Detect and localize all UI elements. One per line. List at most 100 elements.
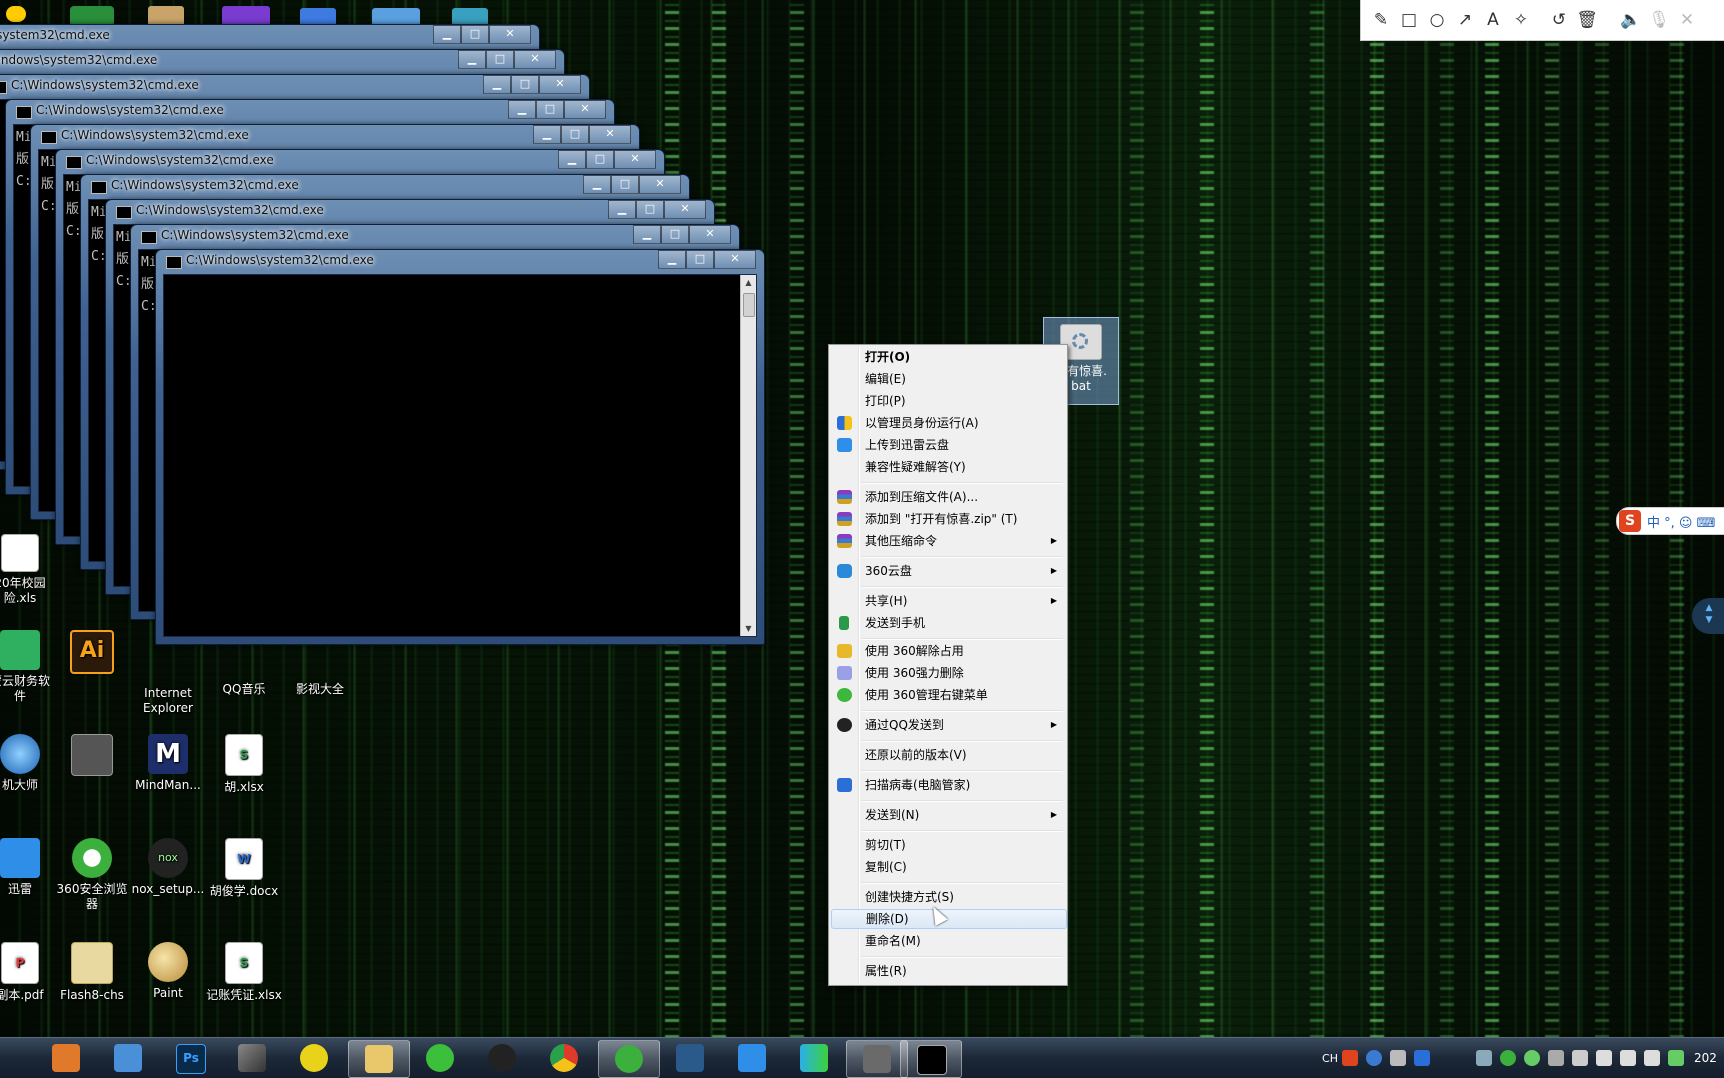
- close-button[interactable]: ✕: [539, 75, 581, 94]
- scroll-up-icon[interactable]: ▲: [741, 275, 756, 290]
- trash-icon[interactable]: 🗑: [1573, 6, 1601, 34]
- scroll-down-icon[interactable]: ▼: [741, 621, 756, 636]
- minimize-button[interactable]: ▁: [483, 75, 511, 94]
- close-button[interactable]: ✕: [614, 150, 656, 169]
- close-button[interactable]: ✕: [639, 175, 681, 194]
- taskbar-360browser[interactable]: [598, 1040, 660, 1078]
- close-button[interactable]: ✕: [564, 100, 606, 119]
- minimize-button[interactable]: ▁: [458, 50, 486, 69]
- scroll-thumb[interactable]: [743, 293, 755, 317]
- menu-item-edit[interactable]: 编辑(E): [831, 369, 1065, 389]
- desktop-icon-illustrator[interactable]: Ai: [54, 630, 130, 678]
- taskbar-photo[interactable]: [846, 1040, 908, 1078]
- minimize-button[interactable]: ▁: [533, 125, 561, 144]
- menu-item-open[interactable]: 打开(O): [831, 347, 1065, 367]
- maximize-button[interactable]: □: [586, 150, 614, 169]
- desktop-icon-docx[interactable]: W 胡俊学.docx: [206, 838, 282, 899]
- taskbar-control-panel[interactable]: [98, 1040, 158, 1076]
- signal-icon[interactable]: [1620, 1050, 1636, 1066]
- close-button[interactable]: ✕: [689, 225, 731, 244]
- taskbar-pen[interactable]: [222, 1040, 282, 1076]
- volume-icon[interactable]: [1644, 1050, 1660, 1066]
- desktop-icon-hu-xlsx[interactable]: S 胡.xlsx: [206, 734, 282, 795]
- desktop-icon-pdf[interactable]: P 副本.pdf: [0, 942, 58, 1003]
- menu-item-upload-xunlei[interactable]: 上传到迅雷云盘: [831, 435, 1065, 455]
- highlighter-icon[interactable]: ✧: [1507, 6, 1535, 34]
- desktop-icon-360browser[interactable]: 360安全浏览 器: [54, 838, 130, 912]
- maximize-button[interactable]: □: [511, 75, 539, 94]
- sogou-tray-icon[interactable]: [1342, 1050, 1358, 1066]
- menu-item-create-shortcut[interactable]: 创建快捷方式(S): [831, 887, 1065, 907]
- maximize-button[interactable]: □: [611, 175, 639, 194]
- close-button[interactable]: ✕: [664, 200, 706, 219]
- battery-icon[interactable]: [1668, 1050, 1684, 1066]
- maximize-button[interactable]: □: [661, 225, 689, 244]
- taskbar-wechat[interactable]: [410, 1040, 470, 1076]
- desktop-icon-video[interactable]: 影视大全: [282, 682, 358, 697]
- menu-item-send-phone[interactable]: 发送到手机: [831, 613, 1065, 633]
- desktop-icon-mindmanager[interactable]: M MindMan...: [130, 734, 206, 793]
- desktop-icon-app[interactable]: [54, 734, 130, 780]
- close-button[interactable]: ✕: [714, 250, 756, 269]
- menu-item-print[interactable]: 打印(P): [831, 391, 1065, 411]
- arrow-icon[interactable]: ↗: [1451, 6, 1479, 34]
- vertical-scrollbar[interactable]: ▲ ▼: [740, 275, 756, 636]
- taskbar-xunlei[interactable]: [722, 1040, 782, 1076]
- menu-item-add-zip[interactable]: 添加到 "打开有惊喜.zip" (T): [831, 509, 1065, 529]
- taskbar-qq[interactable]: [472, 1040, 532, 1076]
- menu-item-360-unlock[interactable]: 使用 360解除占用: [831, 641, 1065, 661]
- maximize-button[interactable]: □: [486, 50, 514, 69]
- taskbar-photoshop[interactable]: Ps: [160, 1040, 220, 1076]
- menu-item-delete[interactable]: 删除(D): [831, 909, 1067, 929]
- language-indicator[interactable]: CH: [1322, 1052, 1338, 1065]
- menu-item-share[interactable]: 共享(H) ▶: [831, 591, 1065, 611]
- minimize-button[interactable]: ▁: [583, 175, 611, 194]
- menu-item-run-as-admin[interactable]: 以管理员身份运行(A): [831, 413, 1065, 433]
- tray-icon[interactable]: [1390, 1050, 1406, 1066]
- minimize-button[interactable]: ▁: [433, 25, 461, 44]
- taskbar-media-player[interactable]: [36, 1040, 96, 1076]
- menu-item-send-to[interactable]: 发送到(N) ▶: [831, 805, 1065, 825]
- taskbar-explorer[interactable]: [348, 1040, 410, 1078]
- desktop-icon-phone-master[interactable]: 机大师: [0, 734, 58, 793]
- desktop-icon-xls[interactable]: 20年校园 险.xls: [0, 534, 58, 606]
- menu-item-restore-versions[interactable]: 还原以前的版本(V): [831, 745, 1065, 765]
- desktop-icon-voucher[interactable]: S 记账凭证.xlsx: [206, 942, 282, 1003]
- menu-item-compat[interactable]: 兼容性疑难解答(Y): [831, 457, 1065, 477]
- speaker-icon[interactable]: 🔈: [1617, 6, 1645, 34]
- taskbar-video[interactable]: [784, 1040, 844, 1076]
- tray-icon[interactable]: [1524, 1050, 1540, 1066]
- desktop-icon-nox[interactable]: nox nox_setup...: [130, 838, 206, 897]
- menu-item-360-delete[interactable]: 使用 360强力删除: [831, 663, 1065, 683]
- desktop-icon-finance[interactable]: 蒙云财务软 件: [0, 630, 58, 704]
- minimize-button[interactable]: ▁: [508, 100, 536, 119]
- desktop-icon-xunlei[interactable]: 迅雷: [0, 838, 58, 897]
- taskbar-installer[interactable]: [660, 1040, 720, 1076]
- ime-toolbar[interactable]: S 中 °, ☺ ⌨: [1616, 507, 1724, 535]
- help-icon[interactable]: [1366, 1050, 1382, 1066]
- 360-tray-icon[interactable]: [1500, 1050, 1516, 1066]
- menu-item-other-compress[interactable]: 其他压缩命令 ▶: [831, 531, 1065, 551]
- menu-item-add-archive[interactable]: 添加到压缩文件(A)...: [831, 487, 1065, 507]
- menu-item-copy[interactable]: 复制(C): [831, 857, 1065, 877]
- maximize-button[interactable]: □: [686, 250, 714, 269]
- network-icon[interactable]: [1548, 1050, 1564, 1066]
- taskbar-chrome[interactable]: [534, 1040, 594, 1076]
- cmd-console[interactable]: ▲ ▼: [163, 274, 757, 637]
- desktop-icon-paint[interactable]: Paint: [130, 942, 206, 1001]
- menu-item-qq-send[interactable]: 通过QQ发送到 ▶: [831, 715, 1065, 735]
- close-icon[interactable]: ✕: [1673, 6, 1701, 34]
- close-button[interactable]: ✕: [489, 25, 531, 44]
- rectangle-icon[interactable]: □: [1395, 6, 1423, 34]
- tray-icon[interactable]: [1476, 1050, 1492, 1066]
- printer-icon[interactable]: [1572, 1050, 1588, 1066]
- menu-item-properties[interactable]: 属性(R): [831, 961, 1065, 981]
- maximize-button[interactable]: □: [536, 100, 564, 119]
- menu-item-360-manage[interactable]: 使用 360管理右键菜单: [831, 685, 1065, 705]
- close-button[interactable]: ✕: [514, 50, 556, 69]
- taskbar-cmd[interactable]: [900, 1040, 962, 1078]
- pencil-icon[interactable]: ✎: [1367, 6, 1395, 34]
- menu-item-360-cloud[interactable]: 360云盘 ▶: [831, 561, 1065, 581]
- menu-item-scan-virus[interactable]: 扫描病毒(电脑管家): [831, 775, 1065, 795]
- minimize-button[interactable]: ▁: [558, 150, 586, 169]
